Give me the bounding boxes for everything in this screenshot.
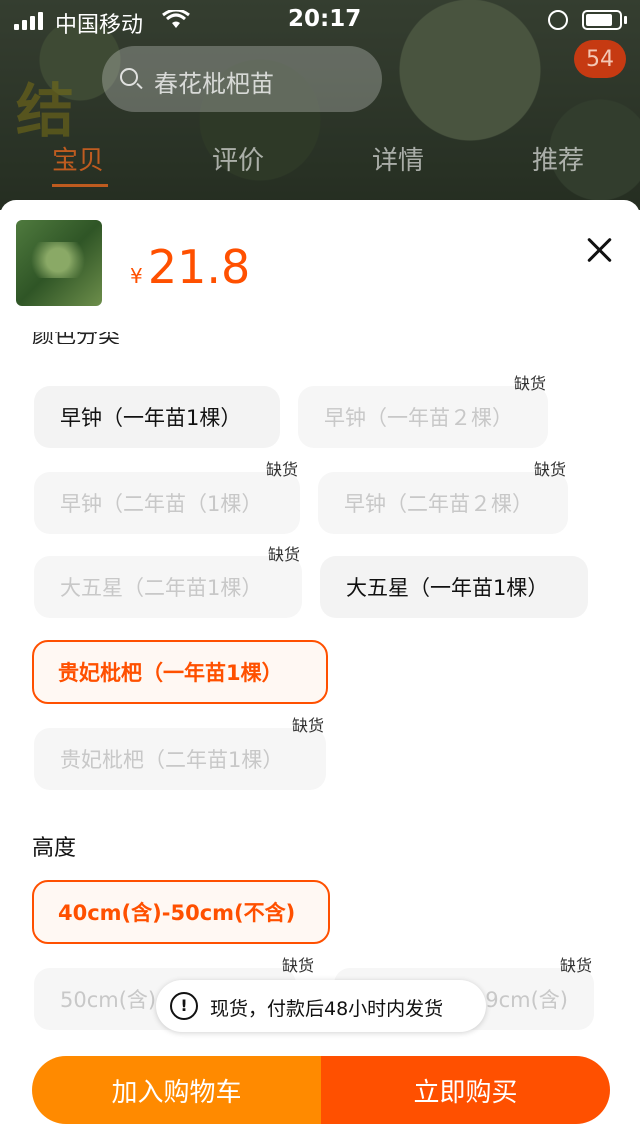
out-of-stock-tag: 缺货 — [282, 956, 315, 975]
wifi-icon — [162, 10, 190, 28]
product-thumbnail[interactable] — [16, 220, 102, 306]
status-bar: 中国移动 20:17 — [0, 0, 640, 40]
tab-item[interactable]: 宝贝 — [52, 140, 104, 177]
sku-option-disabled[interactable]: 贵妃枇杷（二年苗1棵） — [34, 728, 326, 790]
sku-option-disabled[interactable]: 早钟（二年苗（1棵） — [34, 472, 300, 534]
out-of-stock-tag: 缺货 — [266, 460, 299, 479]
search-icon — [120, 68, 138, 86]
out-of-stock-tag: 缺货 — [534, 460, 567, 479]
sku-option-disabled[interactable]: 早钟（二年苗２棵） — [318, 472, 568, 534]
tab-recommend[interactable]: 推荐 — [532, 140, 584, 177]
rotation-lock-icon — [548, 10, 568, 30]
sku-option[interactable]: 早钟（一年苗1棵） — [34, 386, 280, 448]
price-value: 21.8 — [147, 240, 251, 294]
action-bar: 加入购物车 立即购买 — [32, 1056, 610, 1124]
active-tab-indicator — [52, 184, 108, 187]
carrier-name: 中国移动 — [55, 13, 144, 38]
search-bar[interactable]: 春花枇杷苗 — [102, 46, 382, 112]
signal-icon — [14, 12, 43, 30]
section-title-height: 高度 — [32, 836, 77, 861]
sku-option-selected[interactable]: 贵妃枇杷（一年苗1棵） — [32, 640, 328, 704]
info-icon: ! — [170, 992, 198, 1020]
tab-reviews[interactable]: 评价 — [212, 140, 264, 177]
currency-symbol: ¥ — [130, 264, 143, 288]
out-of-stock-tag: 缺货 — [292, 716, 325, 735]
product-nav-tabs: 宝贝 评价 详情 推荐 — [0, 140, 640, 190]
out-of-stock-tag: 缺货 — [268, 545, 301, 564]
price: ¥ 21.8 — [130, 240, 250, 294]
search-placeholder: 春花枇杷苗 — [154, 70, 274, 98]
clock: 20:17 — [288, 6, 362, 32]
section-title-color: 颜色分类 — [32, 332, 120, 344]
buy-now-button[interactable]: 立即购买 — [321, 1056, 610, 1124]
out-of-stock-tag: 缺货 — [514, 374, 547, 393]
sku-option-disabled[interactable]: 大五星（二年苗1棵） — [34, 556, 302, 618]
sku-option-disabled[interactable]: 早钟（一年苗２棵） — [298, 386, 548, 448]
close-icon[interactable] — [586, 236, 614, 264]
toast-text: 现货，付款后48小时内发货 — [210, 998, 444, 1020]
height-option-selected[interactable]: 40cm(含)-50cm(不含) — [32, 880, 330, 944]
cart-count-badge[interactable]: 54 — [574, 40, 626, 78]
out-of-stock-tag: 缺货 — [560, 956, 593, 975]
sku-selection-sheet: ¥ 21.8 颜色分类 早钟（一年苗1棵） 早钟（一年苗２棵） 缺货 早钟（二年… — [0, 200, 640, 1136]
shipping-toast: ! 现货，付款后48小时内发货 — [156, 980, 486, 1032]
add-to-cart-button[interactable]: 加入购物车 — [32, 1056, 321, 1124]
battery-icon — [582, 10, 622, 30]
tab-details[interactable]: 详情 — [372, 140, 424, 177]
sku-option[interactable]: 大五星（一年苗1棵） — [320, 556, 588, 618]
